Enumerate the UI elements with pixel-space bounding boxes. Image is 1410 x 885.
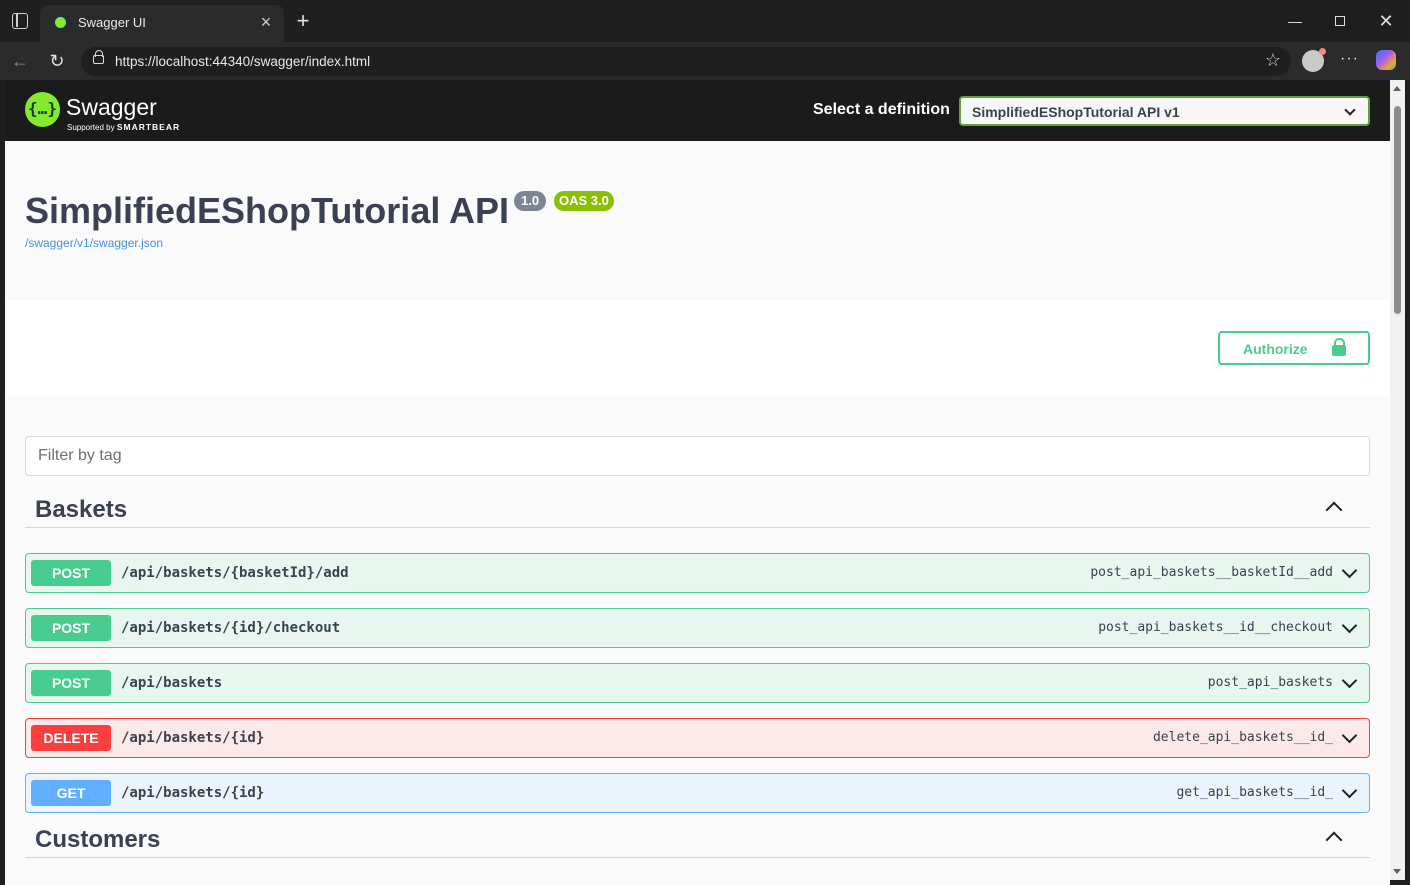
authorize-button[interactable]: Authorize [1218, 331, 1370, 365]
operation-id: get_api_baskets__id_ [1176, 785, 1333, 800]
operation-row[interactable]: POST /api/baskets post_api_baskets [25, 663, 1370, 703]
definition-select[interactable]: SimplifiedEShopTutorial API v1 [959, 96, 1370, 126]
vertical-scrollbar[interactable] [1390, 80, 1405, 880]
url-text[interactable]: https://localhost:44340/swagger/index.ht… [115, 54, 370, 69]
operation-id: post_api_baskets__id__checkout [1098, 620, 1333, 635]
chevron-up-icon[interactable] [1325, 501, 1343, 519]
chevron-down-icon[interactable] [1341, 562, 1358, 579]
method-badge: DELETE [31, 725, 111, 751]
operation-path: /api/baskets/{id} [121, 785, 265, 801]
authorize-label: Authorize [1243, 341, 1308, 357]
tag-section-customers[interactable]: Customers [25, 816, 1370, 858]
operation-row[interactable]: DELETE /api/baskets/{id} delete_api_bask… [25, 718, 1370, 758]
scheme-container: Authorize [5, 300, 1390, 396]
browser-toolbar: ← ↻ https://localhost:44340/swagger/inde… [0, 42, 1410, 80]
maximize-icon[interactable] [1317, 10, 1363, 32]
new-tab-icon[interactable]: + [292, 9, 314, 33]
tab-close-icon[interactable]: × [256, 12, 276, 32]
swagger-favicon-icon [53, 15, 68, 30]
lock-icon[interactable] [93, 50, 104, 64]
chevron-down-icon[interactable] [1341, 782, 1358, 799]
method-badge: POST [31, 615, 111, 641]
definition-label: Select a definition [813, 101, 950, 118]
swagger-logo-text[interactable]: Swagger [66, 94, 157, 121]
operation-row[interactable]: POST /api/baskets/{basketId}/add post_ap… [25, 553, 1370, 593]
minimize-icon[interactable]: — [1272, 10, 1318, 32]
unlock-icon [1332, 338, 1346, 356]
operation-row[interactable]: GET /api/baskets/{id} get_api_baskets__i… [25, 773, 1370, 813]
tag-section-baskets[interactable]: Baskets [25, 486, 1370, 528]
operation-path: /api/baskets/{id}/checkout [121, 620, 341, 636]
definition-select-value: SimplifiedEShopTutorial API v1 [972, 104, 1180, 120]
operation-row[interactable]: POST /api/baskets/{id}/checkout post_api… [25, 608, 1370, 648]
chevron-down-icon [1344, 104, 1356, 116]
swagger-logo-icon[interactable]: {…} [25, 92, 60, 127]
back-icon[interactable]: ← [9, 50, 31, 72]
smartbear-tagline: Supported by SMARTBEAR [67, 122, 181, 132]
chevron-up-icon[interactable] [1325, 831, 1343, 849]
operation-path: /api/baskets/{id} [121, 730, 265, 746]
copilot-icon[interactable] [1376, 50, 1396, 70]
operation-id: post_api_baskets__basketId__add [1090, 565, 1333, 580]
chevron-down-icon[interactable] [1341, 617, 1358, 634]
tag-title: Customers [35, 826, 161, 853]
chevron-down-icon[interactable] [1341, 672, 1358, 689]
oas-badge: OAS 3.0 [554, 191, 614, 211]
address-bar[interactable]: https://localhost:44340/swagger/index.ht… [81, 47, 1291, 76]
operation-id: post_api_baskets [1207, 675, 1333, 690]
operation-id: delete_api_baskets__id_ [1152, 730, 1333, 745]
spec-json-link[interactable]: /swagger/v1/swagger.json [25, 236, 163, 250]
version-badge: 1.0 [514, 191, 547, 211]
reload-icon[interactable]: ↻ [46, 50, 68, 72]
method-badge: GET [31, 780, 111, 806]
scroll-up-icon[interactable] [1393, 86, 1401, 91]
profile-avatar-icon[interactable] [1302, 48, 1326, 72]
scroll-down-icon[interactable] [1393, 869, 1401, 874]
swagger-topbar: {…} Swagger Supported by SMARTBEAR Selec… [5, 80, 1390, 141]
browser-tab-bar: Swagger UI × + — ✕ [0, 0, 1410, 42]
method-badge: POST [31, 560, 111, 586]
filter-by-tag-input[interactable] [25, 436, 1370, 476]
api-info-section: SimplifiedEShopTutorial API 1.0 OAS 3.0 … [5, 141, 1390, 300]
tag-title: Baskets [35, 496, 128, 523]
more-options-icon[interactable]: ··· [1340, 50, 1359, 68]
scrollbar-thumb[interactable] [1394, 106, 1401, 314]
tab-title: Swagger UI [78, 15, 146, 30]
favorite-star-icon[interactable]: ☆ [1265, 50, 1281, 71]
operation-path: /api/baskets [121, 675, 223, 691]
tab-actions-icon[interactable] [12, 13, 28, 29]
chevron-down-icon[interactable] [1341, 727, 1358, 744]
method-badge: POST [31, 670, 111, 696]
api-title: SimplifiedEShopTutorial API [25, 190, 510, 231]
close-window-icon[interactable]: ✕ [1363, 10, 1409, 32]
operation-path: /api/baskets/{basketId}/add [121, 565, 349, 581]
page-viewport: {…} Swagger Supported by SMARTBEAR Selec… [5, 80, 1390, 885]
browser-tab[interactable]: Swagger UI × [40, 5, 284, 42]
operations-area: Baskets POST /api/baskets/{basketId}/add… [5, 396, 1390, 885]
